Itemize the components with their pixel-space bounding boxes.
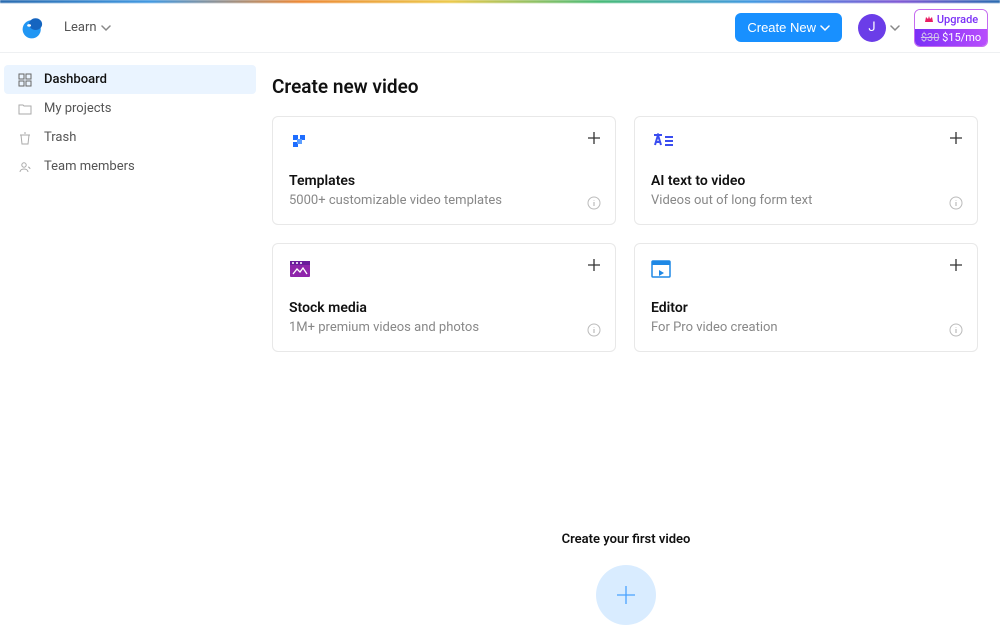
main-content: Create new video Templates 5000+ customi… [260, 53, 1000, 625]
card-subtitle: For Pro video creation [651, 320, 961, 335]
header-bar: Learn Create New J Upgrade $30 $15/mo [0, 3, 1000, 53]
info-icon[interactable] [949, 196, 963, 210]
templates-icon [289, 133, 599, 157]
plus-icon [949, 131, 963, 145]
plus-icon [614, 583, 638, 607]
sidebar-item-trash[interactable]: Trash [4, 123, 256, 152]
info-icon[interactable] [949, 323, 963, 337]
stock-media-icon [289, 260, 599, 284]
upgrade-button[interactable]: Upgrade $30 $15/mo [914, 9, 988, 47]
app-logo-icon[interactable] [20, 15, 46, 41]
user-menu-toggle[interactable] [890, 23, 900, 33]
card-title: AI text to video [651, 173, 961, 189]
upgrade-label: Upgrade [937, 13, 978, 26]
first-video-title: Create your first video [272, 532, 980, 547]
plus-icon [587, 258, 601, 272]
top-accent-stripe [0, 0, 1000, 3]
page-title: Create new video [272, 75, 980, 98]
info-icon[interactable] [587, 323, 601, 337]
sidebar-item-label: Team members [44, 159, 135, 174]
user-avatar[interactable]: J [858, 14, 886, 42]
card-grid: Templates 5000+ customizable video templ… [272, 116, 980, 352]
sidebar-item-label: My projects [44, 101, 112, 116]
create-first-video-button[interactable] [596, 565, 656, 625]
card-title: Templates [289, 173, 599, 189]
card-title: Stock media [289, 300, 599, 316]
card-ai-text-to-video[interactable]: AI text to video Videos out of long form… [634, 116, 978, 225]
sidebar-item-projects[interactable]: My projects [4, 94, 256, 123]
chevron-down-icon [820, 23, 830, 33]
sidebar-item-label: Dashboard [44, 72, 107, 87]
dashboard-icon [18, 73, 34, 87]
folder-icon [18, 102, 34, 116]
create-new-label: Create New [747, 20, 816, 35]
upgrade-bottom-row: $30 $15/mo [915, 29, 987, 46]
chevron-down-icon [101, 23, 111, 33]
editor-icon [651, 260, 961, 284]
upgrade-top-row: Upgrade [915, 10, 987, 29]
sidebar-item-dashboard[interactable]: Dashboard [4, 65, 256, 94]
card-editor[interactable]: Editor For Pro video creation [634, 243, 978, 352]
create-new-button[interactable]: Create New [735, 13, 842, 42]
team-icon [18, 160, 34, 174]
first-video-section: Create your first video [272, 532, 980, 625]
sidebar-item-label: Trash [44, 130, 76, 145]
card-subtitle: 5000+ customizable video templates [289, 193, 599, 208]
sidebar-item-team[interactable]: Team members [4, 152, 256, 181]
info-icon[interactable] [587, 196, 601, 210]
ai-text-icon [651, 133, 961, 157]
plus-icon [587, 131, 601, 145]
card-title: Editor [651, 300, 961, 316]
upgrade-old-price: $30 [921, 31, 940, 44]
sidebar: Dashboard My projects Trash Team members [0, 53, 260, 625]
avatar-initial: J [868, 20, 875, 35]
crown-icon [924, 14, 934, 24]
learn-dropdown[interactable]: Learn [64, 20, 111, 35]
learn-label: Learn [64, 20, 97, 35]
trash-icon [18, 131, 34, 145]
plus-icon [949, 258, 963, 272]
card-subtitle: Videos out of long form text [651, 193, 961, 208]
card-subtitle: 1M+ premium videos and photos [289, 320, 599, 335]
card-templates[interactable]: Templates 5000+ customizable video templ… [272, 116, 616, 225]
upgrade-new-price: $15/mo [942, 31, 981, 44]
card-stock-media[interactable]: Stock media 1M+ premium videos and photo… [272, 243, 616, 352]
chevron-down-icon [890, 23, 900, 33]
